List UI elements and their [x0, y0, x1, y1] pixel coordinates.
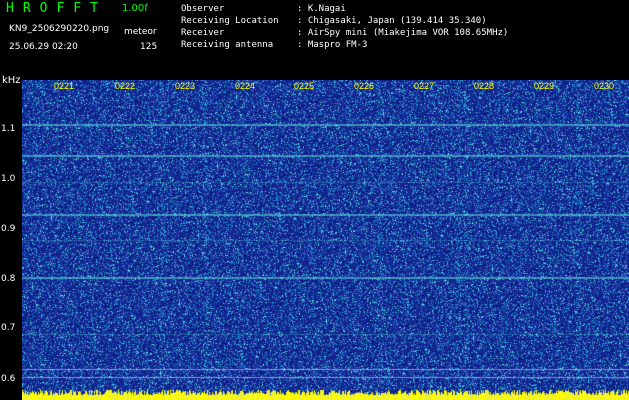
- receiver-label: Receiver: [181, 28, 225, 38]
- mode-label: meteor: [124, 27, 157, 37]
- y-axis-unit: kHz: [2, 75, 21, 86]
- x-tick-label: 0227: [414, 81, 435, 91]
- datetime-label: 25.06.29 02:20: [9, 42, 78, 52]
- spectrogram: [22, 80, 629, 400]
- location-value: : Chigasaki, Japan (139.414 35.340): [297, 16, 487, 26]
- y-tick-label: 0.6: [1, 374, 16, 384]
- x-tick-label: 0226: [354, 81, 375, 91]
- x-tick-label: 0228: [474, 81, 495, 91]
- location-label: Receiving Location: [181, 16, 279, 26]
- x-tick-label: 0223: [175, 81, 196, 91]
- version-label: 1.00f: [122, 3, 148, 14]
- y-tick-label: 0.7: [1, 323, 16, 333]
- filename-label: KN9_2506290220.png: [9, 24, 110, 34]
- receiver-value: : AirSpy mini (Miakejima VOR 108.65MHz): [297, 28, 509, 38]
- x-tick-label: 0221: [54, 81, 75, 91]
- x-tick-label: 0225: [294, 81, 315, 91]
- observer-label: Observer: [181, 4, 225, 14]
- header: HROFFT 1.00f KN9_2506290220.png meteor 2…: [0, 0, 629, 76]
- y-tick-label: 0.8: [1, 274, 16, 284]
- x-tick-label: 0222: [115, 81, 136, 91]
- antenna-value: : Maspro FM-3: [297, 40, 368, 50]
- x-tick-label: 0229: [534, 81, 555, 91]
- y-tick-label: 0.9: [1, 224, 16, 234]
- x-tick-label: 0224: [235, 81, 256, 91]
- y-tick-label: 1.1: [1, 124, 16, 134]
- antenna-label: Receiving antenna: [181, 40, 274, 50]
- y-axis: 1.1 1.0 0.9 0.8 0.7 0.6: [0, 80, 22, 400]
- observer-value: : K.Nagai: [297, 4, 346, 14]
- y-tick-label: 1.0: [1, 174, 16, 184]
- app-title: HROFFT: [6, 1, 107, 16]
- x-tick-label: 0230: [594, 81, 615, 91]
- count-label: 125: [140, 42, 158, 52]
